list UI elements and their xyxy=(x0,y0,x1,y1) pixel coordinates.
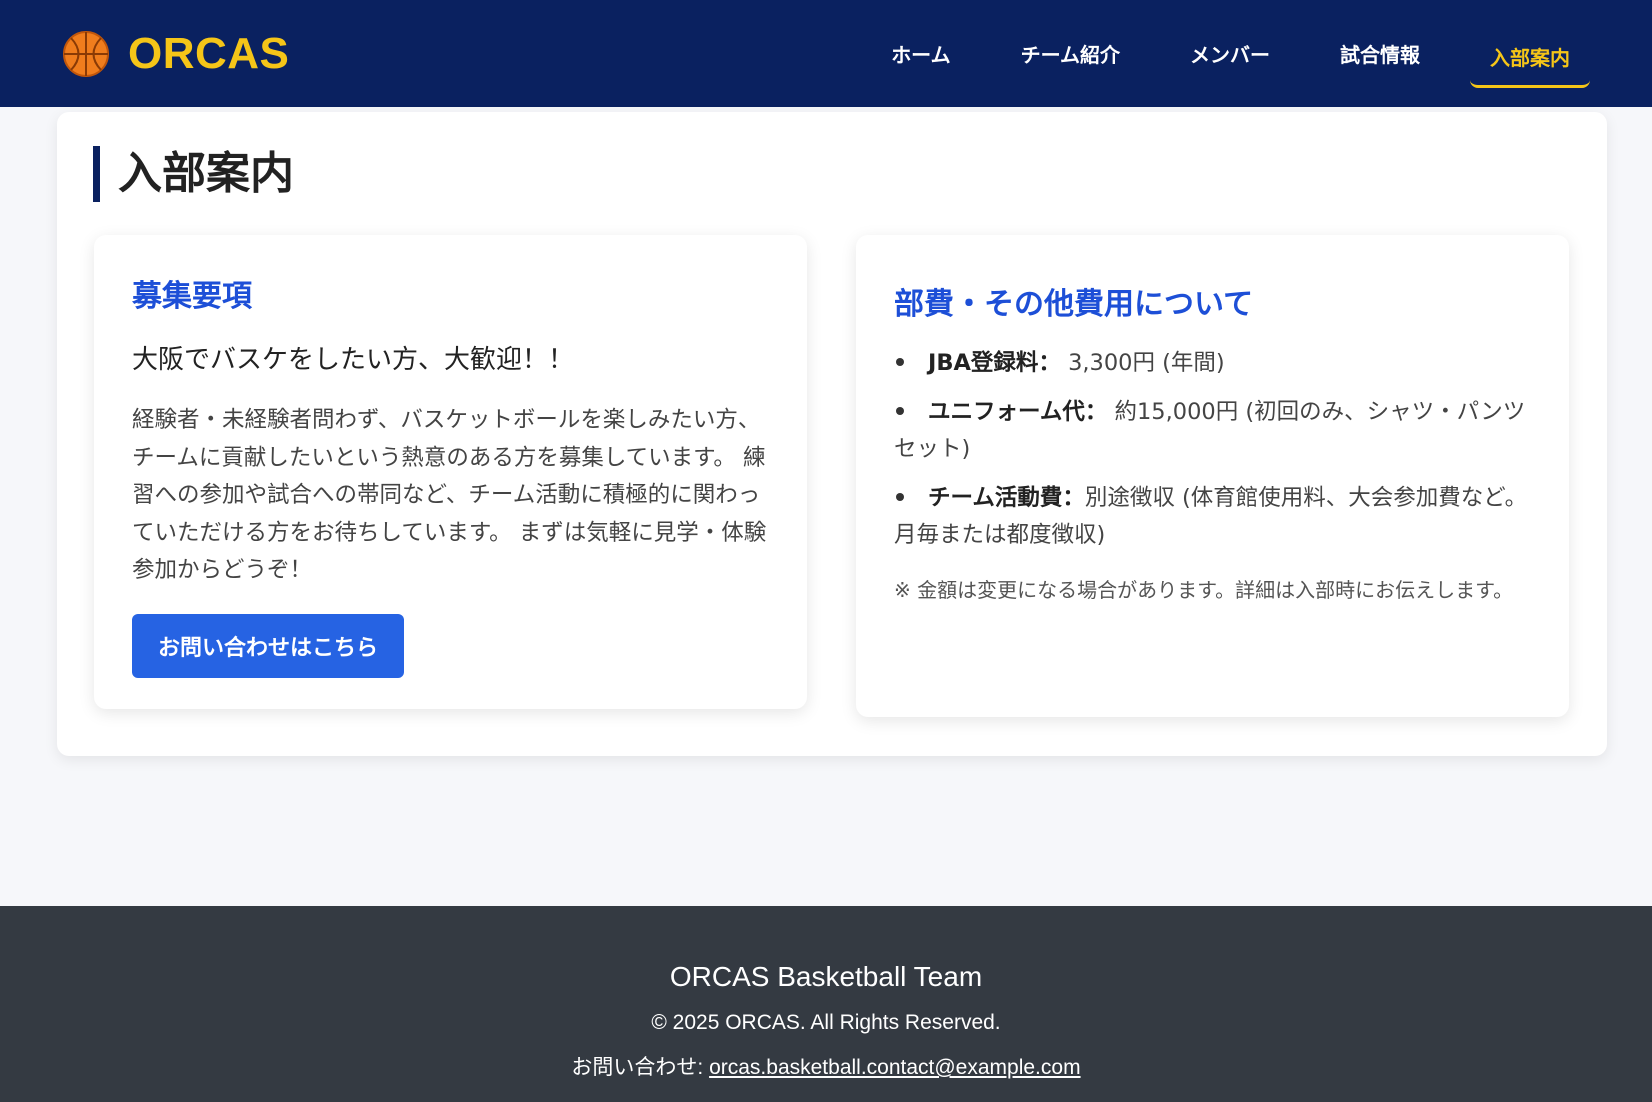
footer-contact: お問い合わせ: orcas.basketball.contact@example… xyxy=(0,1051,1652,1081)
fee-list: JBA登録料： 3,300円 (年間) ユニフォーム代： 約15,000円 (初… xyxy=(894,345,1531,554)
fee-value: 3,300円 (年間) xyxy=(1060,350,1225,376)
fee-label: チーム活動費： xyxy=(928,485,1085,511)
recruit-lead: 大阪でバスケをしたい方、大歓迎！！ xyxy=(132,345,575,375)
brand-name: ORCAS xyxy=(128,28,290,78)
recruit-card: 募集要項 大阪でバスケをしたい方、大歓迎！！ 経験者・未経験者問わず、バスケット… xyxy=(94,235,807,709)
bullet-icon xyxy=(896,492,904,501)
bullet-icon xyxy=(896,357,904,366)
brand[interactable]: ORCAS xyxy=(62,29,289,79)
footer: ORCAS Basketball Team © 2025 ORCAS. All … xyxy=(0,906,1652,1102)
nav-join[interactable]: 入部案内 xyxy=(1470,32,1590,88)
page-title: 入部案内 xyxy=(93,146,294,202)
fee-item: チーム活動費：別途徴収 (体育館使用料、大会参加費など。月毎または都度徴収) xyxy=(894,480,1531,554)
footer-copyright: © 2025 ORCAS. All Rights Reserved. xyxy=(651,1011,1001,1034)
fee-note: ※ 金額は変更になる場合があります。詳細は入部時にお伝えします。 xyxy=(894,578,1514,602)
nav-members[interactable]: メンバー xyxy=(1190,29,1270,78)
contact-button[interactable]: お問い合わせはこちら xyxy=(132,613,405,678)
fees-card: 部費・その他費用について JBA登録料： 3,300円 (年間) ユニフォーム代… xyxy=(856,235,1569,717)
basketball-icon xyxy=(62,30,110,78)
recruit-description: 経験者・未経験者問わず、バスケットボールを楽しみたい方、チームに貢献したいという… xyxy=(132,407,767,583)
fee-item: JBA登録料： 3,300円 (年間) xyxy=(894,345,1531,382)
main-nav: ホーム チーム紹介 メンバー 試合情報 入部案内 xyxy=(821,20,1590,88)
bullet-icon xyxy=(896,406,904,415)
top-navbar: ORCAS ホーム チーム紹介 メンバー 試合情報 入部案内 xyxy=(0,0,1652,107)
join-section: 入部案内 募集要項 大阪でバスケをしたい方、大歓迎！！ 経験者・未経験者問わず、… xyxy=(57,112,1607,756)
fee-label: ユニフォーム代： xyxy=(928,399,1108,425)
contact-email-link[interactable]: orcas.basketball.contact@example.com xyxy=(709,1056,1081,1079)
footer-title: ORCAS Basketball Team xyxy=(669,961,983,992)
nav-team[interactable]: チーム紹介 xyxy=(1021,29,1120,78)
recruit-heading: 募集要項 xyxy=(132,279,252,314)
fees-heading: 部費・その他費用について xyxy=(894,287,1254,322)
fee-item: ユニフォーム代： 約15,000円 (初回のみ、シャツ・パンツセット) xyxy=(894,394,1531,468)
footer-contact-label: お問い合わせ: xyxy=(571,1056,710,1079)
nav-home[interactable]: ホーム xyxy=(891,29,950,78)
nav-games[interactable]: 試合情報 xyxy=(1340,29,1420,78)
fee-label: JBA登録料： xyxy=(928,350,1061,376)
